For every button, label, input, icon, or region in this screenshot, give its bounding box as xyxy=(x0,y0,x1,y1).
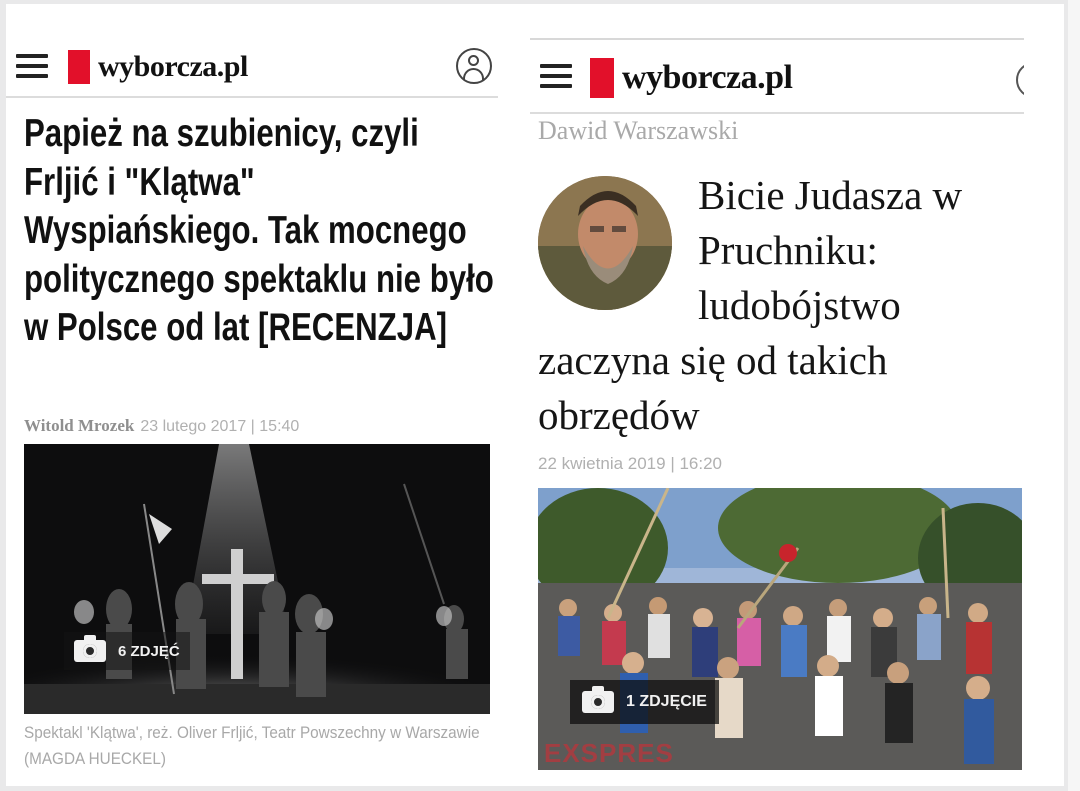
camera-icon xyxy=(74,635,106,662)
screen-edge xyxy=(1064,0,1080,791)
headline-line-3: ludobójstwo xyxy=(698,282,901,328)
photo-watermark: EXSPRES xyxy=(544,738,674,768)
headline-line-5: obrzędów xyxy=(538,392,700,438)
camera-icon xyxy=(582,686,614,713)
user-icon[interactable] xyxy=(1016,62,1024,98)
photo-caption: Spektakl 'Klątwa', reż. Oliver Frljić, T… xyxy=(24,723,480,768)
theatre-stage-photo xyxy=(24,444,490,714)
site-logo[interactable]: wyborcza.pl xyxy=(68,50,248,84)
headline-line-1: Bicie Judasza w xyxy=(698,172,963,218)
screenshot-collage: wyborcza.pl Papież na szubienicy, czyli … xyxy=(6,4,1064,786)
article-date: 23 lutego 2017 | 15:40 xyxy=(140,418,300,435)
headline-line-2: Pruchniku: xyxy=(698,227,878,273)
photo-count-label: 6 ZDJĘĆ xyxy=(118,642,180,660)
article-author[interactable]: Witold Mrozek xyxy=(24,416,134,435)
user-icon[interactable] xyxy=(456,48,492,84)
menu-icon[interactable] xyxy=(540,64,572,88)
article-meta: Witold Mrozek 23 lutego 2017 | 15:40 xyxy=(24,416,299,436)
crowd-photo xyxy=(538,488,1022,770)
photo-count-label: 1 ZDJĘCIE xyxy=(626,693,707,710)
article-headline[interactable]: Papież na szubienicy, czyli Frljić i "Kl… xyxy=(24,110,494,353)
top-app-bar: wyborcza.pl xyxy=(6,38,498,98)
logo-text: wyborcza.pl xyxy=(622,59,793,96)
logo-text: wyborcza.pl xyxy=(98,50,248,83)
article-author[interactable]: Dawid Warszawski xyxy=(538,116,738,146)
article-headline[interactable]: Bicie Judasza w Pruchniku: ludobójstwo z… xyxy=(538,168,1008,443)
menu-icon[interactable] xyxy=(16,54,48,78)
article-photo[interactable]: 1 ZDJĘCIE EXSPRES xyxy=(538,488,1022,770)
headline-line-4: zaczyna się od takich xyxy=(538,337,888,383)
photo-count-badge[interactable]: 6 ZDJĘĆ xyxy=(64,632,190,670)
logo-mark xyxy=(68,50,90,84)
site-logo[interactable]: wyborcza.pl xyxy=(590,58,793,98)
right-article-screen: wyborcza.pl Dawid Warszawski Bicie Judas… xyxy=(530,4,1024,786)
top-app-bar: wyborcza.pl xyxy=(530,38,1024,114)
article-photo[interactable]: 6 ZDJĘĆ xyxy=(24,444,490,714)
logo-mark xyxy=(590,58,614,98)
photo-count-badge[interactable]: 1 ZDJĘCIE xyxy=(570,680,719,724)
left-article-screen: wyborcza.pl Papież na szubienicy, czyli … xyxy=(6,4,498,786)
article-date: 22 kwietnia 2019 | 16:20 xyxy=(538,454,722,473)
